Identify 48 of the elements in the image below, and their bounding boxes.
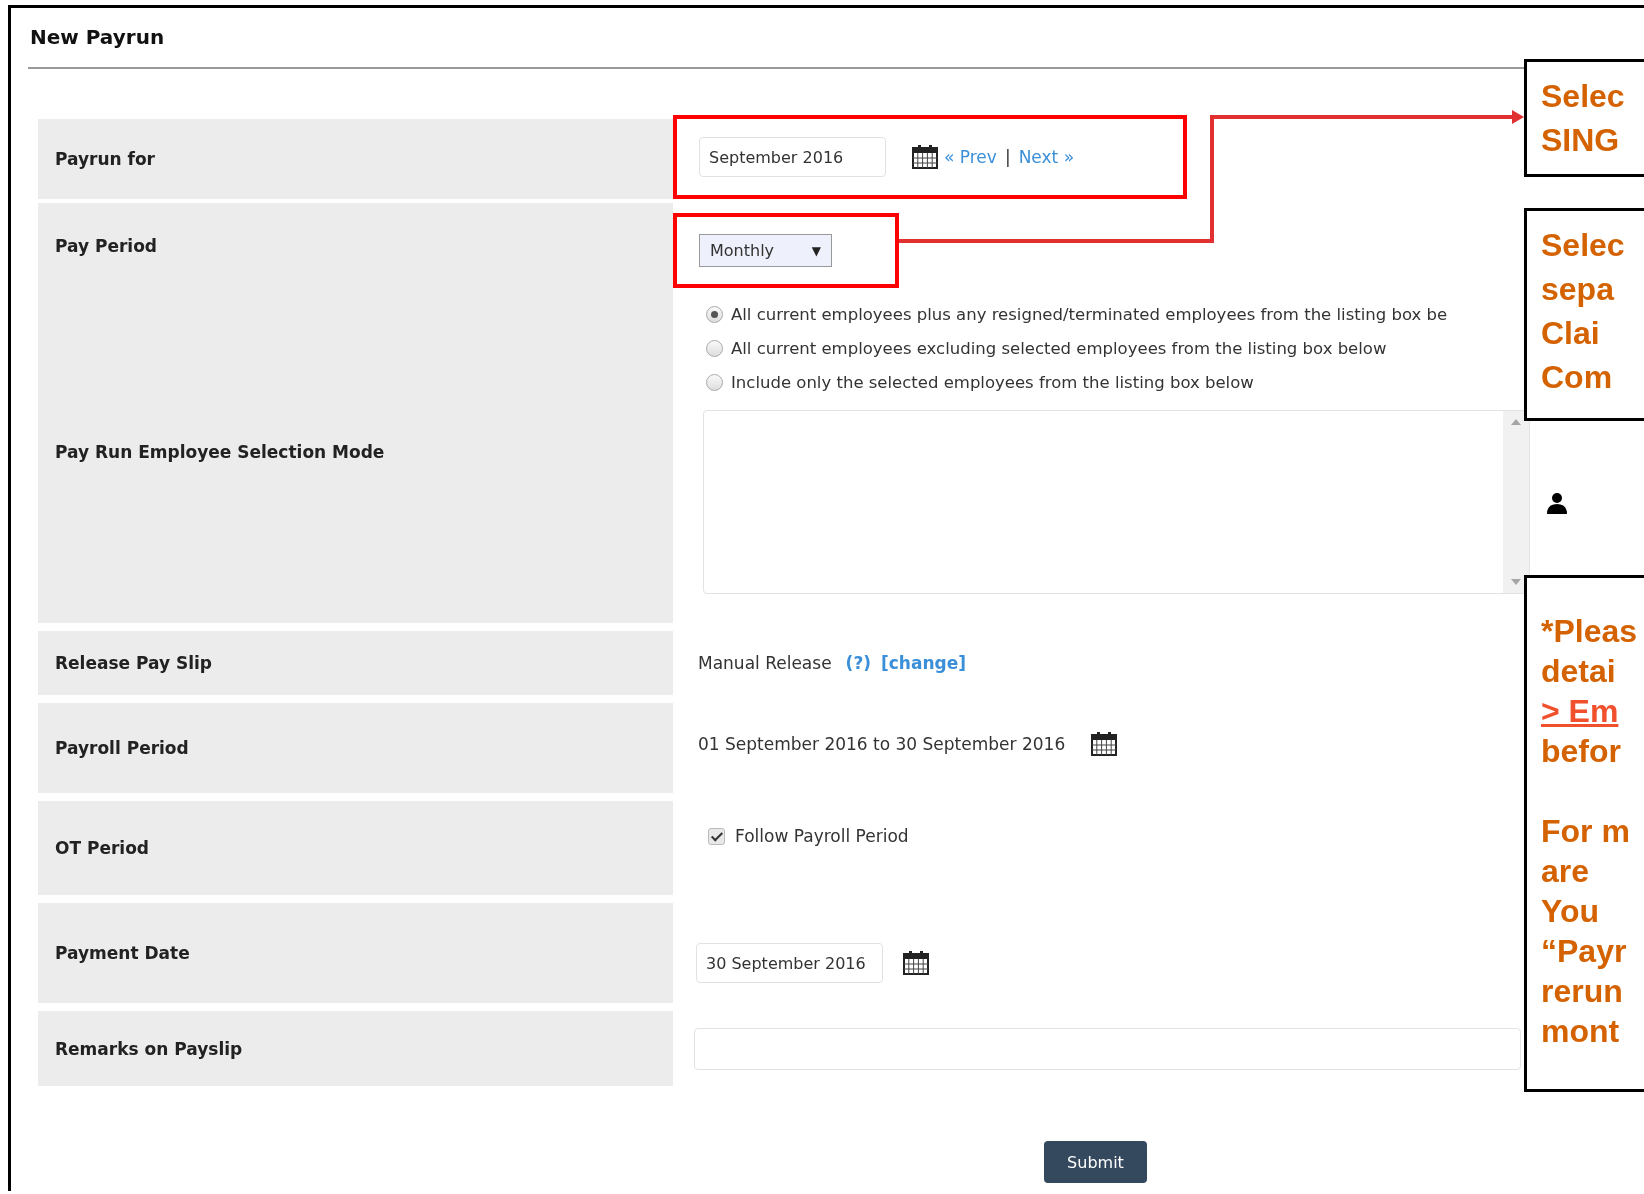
radio-button[interactable] [706, 340, 723, 357]
callout-text: Selec [1541, 226, 1625, 265]
caret-icon: ▼ [811, 243, 821, 258]
release-mode: Manual Release [698, 653, 832, 673]
field-label: Payment Date [38, 903, 673, 1003]
callout-text: Clai [1541, 314, 1600, 353]
callout-text: mont [1541, 1012, 1620, 1051]
radio-label: Include only the selected employees from the listing box below [731, 373, 1254, 392]
calendar-icon[interactable] [912, 145, 938, 169]
callout-text: are [1541, 852, 1590, 891]
radio-button[interactable] [706, 374, 723, 391]
callout-text: detai [1541, 652, 1616, 691]
callout-text: Selec [1541, 77, 1625, 116]
callout-text: rerun [1541, 972, 1623, 1011]
radio-button[interactable] [706, 306, 723, 323]
pay-period-dropdown[interactable]: Monthly ▼ [699, 234, 832, 267]
field-label: Payroll Period [38, 703, 673, 793]
field-label: Payrun for [38, 119, 673, 199]
date-field[interactable]: 30 September 2016 [696, 943, 883, 983]
remarks-field[interactable] [694, 1027, 1521, 1070]
checkbox[interactable] [708, 827, 725, 845]
calendar-icon[interactable] [903, 951, 929, 975]
callout-text: For m [1541, 812, 1630, 851]
help-link[interactable]: (?) [845, 653, 871, 673]
page-title: New Payrun [29, 24, 166, 51]
checkbox-label: Follow Payroll Period [735, 826, 909, 846]
callout-text: *Pleas [1541, 612, 1638, 651]
separator: | [1004, 147, 1011, 167]
submit-button[interactable]: Submit [1044, 1141, 1147, 1183]
calendar-icon[interactable] [1091, 732, 1118, 756]
callout-text: You [1541, 892, 1600, 931]
field-label: Release Pay Slip [38, 631, 673, 695]
callout-text: Com [1541, 358, 1613, 397]
person-icon [1546, 492, 1568, 514]
radio-label: All current employees plus any resigned/terminated employees from the listing box be [731, 305, 1448, 324]
callout-text: “Payr [1541, 932, 1627, 971]
prev-link[interactable]: « Prev [944, 147, 997, 167]
month-field[interactable]: September 2016 [699, 137, 886, 177]
callout-text: SING [1541, 121, 1620, 160]
callout-text: befor [1541, 732, 1621, 771]
next-link[interactable]: Next » [1018, 147, 1075, 167]
callout-link[interactable]: > Em [1541, 691, 1619, 731]
callout-text: sepa [1541, 270, 1614, 309]
period-text: 01 September 2016 to 30 September 2016 [698, 734, 1066, 754]
field-label: OT Period [38, 801, 673, 895]
radio-label: All current employees excluding selected employees from the listing box below [731, 339, 1387, 358]
change-link[interactable]: [change] [881, 653, 966, 673]
field-label: Remarks on Payslip [38, 1011, 673, 1086]
